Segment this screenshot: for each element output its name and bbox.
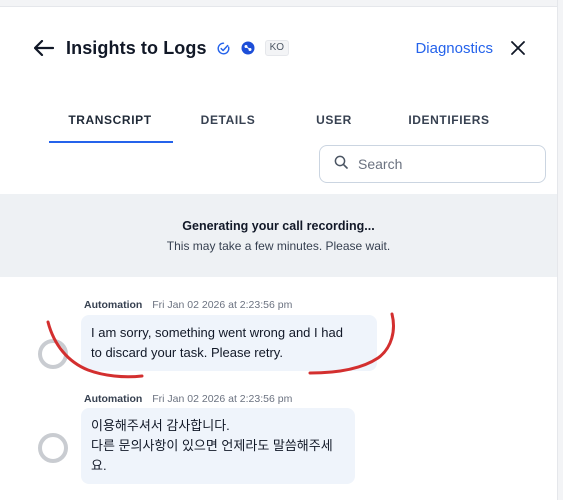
transcript-message: Automation Fri Jan 02 2026 at 2:23:56 pm… — [38, 393, 518, 484]
close-icon[interactable] — [509, 39, 527, 57]
back-arrow-icon[interactable] — [32, 36, 56, 60]
message-line: to discard your task. Please retry. — [91, 345, 283, 360]
page-title: Insights to Logs — [66, 37, 207, 58]
verified-check-icon — [217, 41, 231, 55]
diagnostics-link[interactable]: Diagnostics — [415, 40, 493, 57]
tab-identifiers[interactable]: IDENTIFIERS — [404, 105, 494, 145]
active-tab-indicator — [49, 141, 173, 143]
message-bubble: I am sorry, something went wrong and I h… — [81, 315, 377, 371]
avatar — [38, 433, 68, 463]
message-timestamp: Fri Jan 02 2026 at 2:23:56 pm — [152, 393, 293, 405]
search-input[interactable] — [358, 156, 528, 172]
app-frame: Insights to Logs KO Diagnostics TRANSCRI… — [0, 0, 563, 500]
message-timestamp: Fri Jan 02 2026 at 2:23:56 pm — [152, 299, 293, 311]
tab-user[interactable]: USER — [304, 105, 364, 145]
message-meta: Automation Fri Jan 02 2026 at 2:23:56 pm — [84, 393, 292, 405]
tab-details[interactable]: DETAILS — [188, 105, 268, 145]
tab-label: DETAILS — [200, 113, 256, 127]
tab-label: USER — [316, 113, 352, 127]
message-sender: Automation — [84, 393, 143, 405]
channel-globe-icon — [241, 41, 255, 55]
message-line: 다른 문의사항이 있으면 언제라도 말씀해주세요. — [91, 438, 333, 473]
title-icons: KO — [217, 40, 290, 56]
transcript-message: Automation Fri Jan 02 2026 at 2:23:56 pm… — [38, 299, 518, 379]
search-icon — [334, 155, 348, 174]
message-line: I am sorry, something went wrong and I h… — [91, 325, 343, 340]
search-box[interactable] — [319, 145, 546, 183]
message-bubble: 이용해주셔서 감사합니다. 다른 문의사항이 있으면 언제라도 말씀해주세요. — [81, 408, 355, 484]
tab-label: IDENTIFIERS — [408, 113, 490, 127]
avatar — [38, 339, 68, 369]
panel-header: Insights to Logs KO Diagnostics — [0, 8, 557, 88]
tab-transcript[interactable]: TRANSCRIPT — [48, 105, 172, 145]
message-meta: Automation Fri Jan 02 2026 at 2:23:56 pm — [84, 299, 292, 311]
language-badge: KO — [264, 40, 290, 56]
banner-subtitle: This may take a few minutes. Please wait… — [166, 238, 391, 253]
tab-label: TRANSCRIPT — [68, 113, 152, 127]
message-line: 이용해주셔서 감사합니다. — [91, 418, 230, 433]
recording-status-banner: Generating your call recording... This m… — [0, 194, 557, 277]
message-sender: Automation — [84, 299, 143, 311]
right-edge — [557, 0, 563, 500]
banner-title: Generating your call recording... — [182, 218, 375, 233]
top-strip — [0, 0, 563, 7]
